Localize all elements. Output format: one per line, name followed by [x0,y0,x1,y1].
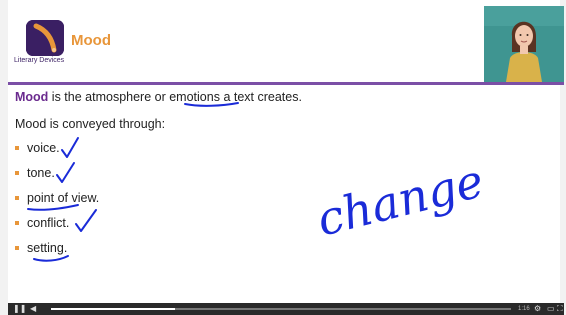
captions-icon[interactable]: ▭ [547,305,555,313]
handwritten-change-annotation: change [312,153,489,246]
volume-icon[interactable]: ◀ [30,305,36,313]
pause-icon[interactable]: ❚❚ [13,305,26,313]
settings-icon[interactable]: ⚙ [534,305,541,313]
video-controls-bar: ❚❚ ◀ 1:16 ⚙ ▭ ⛶ [8,303,564,315]
setting-underline [33,255,69,262]
lesson-frame: Literary Devices Mood Mood is the atmosp… [0,0,566,315]
progress-fill [51,308,176,310]
fullscreen-icon[interactable]: ⛶ [557,305,563,313]
time-readout: 1:16 [518,306,530,312]
handwriting-annotation-layer: change [27,102,489,262]
conflict-check-icon [75,209,97,232]
progress-track[interactable] [51,308,511,310]
voice-check-icon [61,137,79,158]
tone-check-icon [56,162,75,183]
emotions-underline [184,102,239,107]
point-of-view-underline [27,204,79,211]
